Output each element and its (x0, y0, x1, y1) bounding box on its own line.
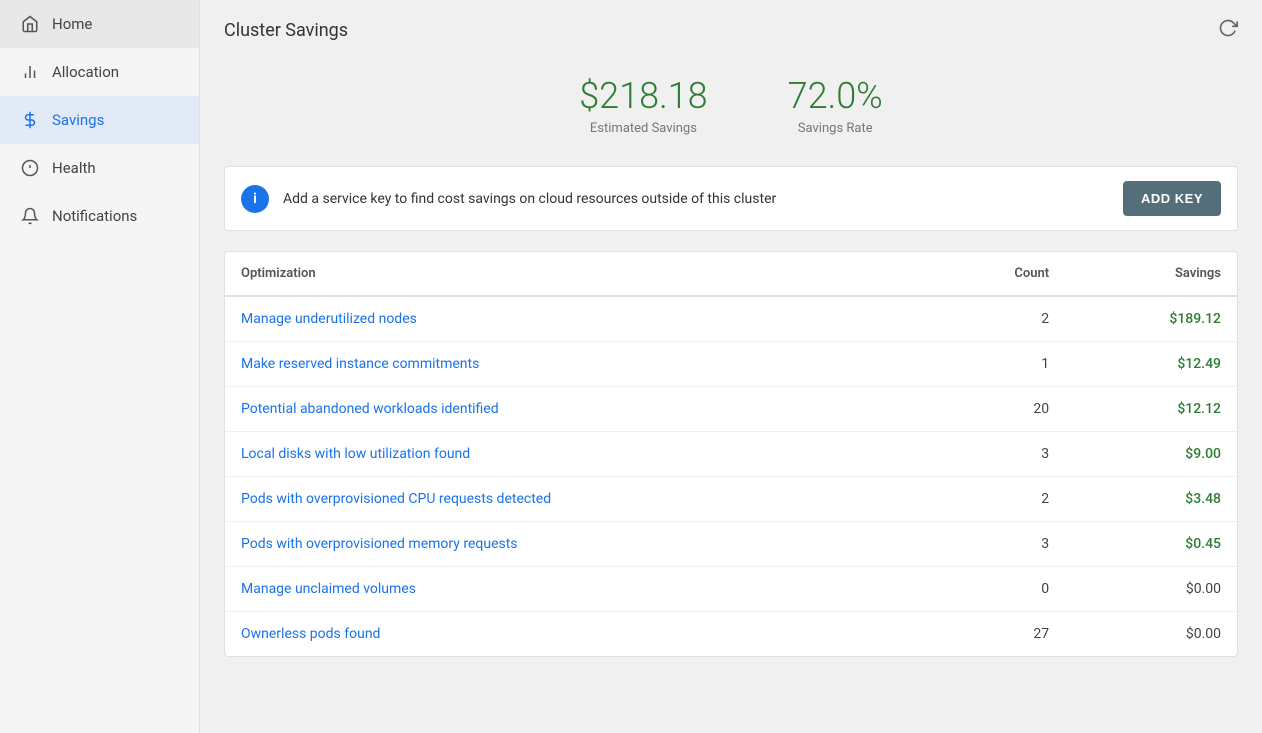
col-optimization: Optimization (225, 252, 928, 296)
count-cell: 1 (928, 342, 1065, 387)
table-row: Local disks with low utilization found 3$… (225, 432, 1237, 477)
alert-circle-icon (20, 158, 40, 178)
optimization-cell: Make reserved instance commitments (225, 342, 928, 387)
table-row: Make reserved instance commitments 1$12.4… (225, 342, 1237, 387)
col-savings: Savings (1065, 252, 1237, 296)
home-icon (20, 14, 40, 34)
info-banner: i Add a service key to find cost savings… (224, 166, 1238, 231)
bar-chart-icon (20, 62, 40, 82)
optimization-cell: Pods with overprovisioned CPU requests d… (225, 477, 928, 522)
savings-cell: $0.00 (1065, 612, 1237, 657)
page-title: Cluster Savings (224, 20, 348, 41)
optimization-cell: Local disks with low utilization found (225, 432, 928, 477)
bell-icon (20, 206, 40, 226)
sidebar: Home Allocation Savings (0, 0, 200, 733)
table-row: Ownerless pods found 27$0.00 (225, 612, 1237, 657)
sidebar-item-savings-label: Savings (52, 111, 104, 129)
optimization-cell: Pods with overprovisioned memory request… (225, 522, 928, 567)
optimization-link[interactable]: Pods with overprovisioned CPU requests d… (241, 491, 551, 507)
count-cell: 3 (928, 432, 1065, 477)
optimization-link[interactable]: Potential abandoned workloads identified (241, 401, 499, 417)
table-header-row: Optimization Count Savings (225, 252, 1237, 296)
add-key-button[interactable]: ADD KEY (1123, 181, 1221, 216)
savings-cell: $0.45 (1065, 522, 1237, 567)
table-row: Manage underutilized nodes 2$189.12 (225, 296, 1237, 342)
count-cell: 2 (928, 477, 1065, 522)
sidebar-item-notifications-label: Notifications (52, 207, 137, 225)
page-header: Cluster Savings (200, 0, 1262, 55)
sidebar-item-home-label: Home (52, 15, 92, 33)
table-row: Potential abandoned workloads identified… (225, 387, 1237, 432)
count-cell: 20 (928, 387, 1065, 432)
refresh-button[interactable] (1218, 18, 1238, 43)
optimization-link[interactable]: Ownerless pods found (241, 626, 380, 642)
savings-cell: $3.48 (1065, 477, 1237, 522)
optimization-cell: Manage underutilized nodes (225, 296, 928, 342)
savings-cell: $12.12 (1065, 387, 1237, 432)
savings-cell: $9.00 (1065, 432, 1237, 477)
optimizations-table-container: Optimization Count Savings Manage underu… (224, 251, 1238, 657)
savings-rate-label: Savings Rate (788, 121, 883, 136)
count-cell: 3 (928, 522, 1065, 567)
savings-rate-card: 72.0% Savings Rate (788, 75, 883, 136)
savings-summary: $218.18 Estimated Savings 72.0% Savings … (200, 55, 1262, 166)
info-banner-text: Add a service key to find cost savings o… (283, 191, 1109, 207)
estimated-savings-value: $218.18 (579, 75, 707, 117)
table-row: Manage unclaimed volumes 0$0.00 (225, 567, 1237, 612)
dollar-icon (20, 110, 40, 130)
savings-rate-value: 72.0% (788, 75, 883, 117)
count-cell: 27 (928, 612, 1065, 657)
savings-cell: $12.49 (1065, 342, 1237, 387)
table-row: Pods with overprovisioned CPU requests d… (225, 477, 1237, 522)
optimization-cell: Manage unclaimed volumes (225, 567, 928, 612)
table-row: Pods with overprovisioned memory request… (225, 522, 1237, 567)
optimization-link[interactable]: Pods with overprovisioned memory request… (241, 536, 518, 552)
sidebar-item-allocation[interactable]: Allocation (0, 48, 199, 96)
sidebar-item-home[interactable]: Home (0, 0, 199, 48)
sidebar-item-allocation-label: Allocation (52, 63, 119, 81)
optimization-cell: Potential abandoned workloads identified (225, 387, 928, 432)
optimization-cell: Ownerless pods found (225, 612, 928, 657)
estimated-savings-label: Estimated Savings (579, 121, 707, 136)
optimization-link[interactable]: Make reserved instance commitments (241, 356, 479, 372)
main-content: Cluster Savings $218.18 Estimated Saving… (200, 0, 1262, 733)
savings-cell: $0.00 (1065, 567, 1237, 612)
sidebar-item-notifications[interactable]: Notifications (0, 192, 199, 240)
optimization-link[interactable]: Local disks with low utilization found (241, 446, 470, 462)
col-count: Count (928, 252, 1065, 296)
sidebar-item-savings[interactable]: Savings (0, 96, 199, 144)
optimization-link[interactable]: Manage unclaimed volumes (241, 581, 416, 597)
optimizations-table: Optimization Count Savings Manage underu… (225, 252, 1237, 656)
optimization-link[interactable]: Manage underutilized nodes (241, 311, 417, 327)
sidebar-item-health[interactable]: Health (0, 144, 199, 192)
savings-cell: $189.12 (1065, 296, 1237, 342)
count-cell: 2 (928, 296, 1065, 342)
estimated-savings-card: $218.18 Estimated Savings (579, 75, 707, 136)
count-cell: 0 (928, 567, 1065, 612)
sidebar-item-health-label: Health (52, 159, 96, 177)
info-icon: i (241, 185, 269, 213)
